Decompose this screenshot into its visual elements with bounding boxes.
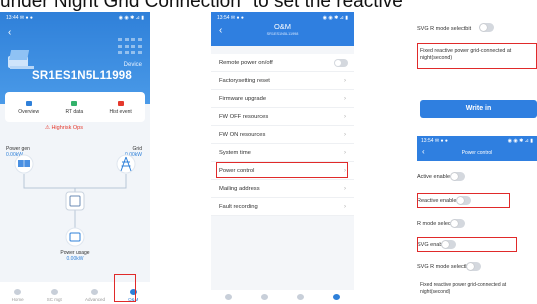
r-mode-select-toggle[interactable] xyxy=(450,219,465,228)
menu-item-fw-on[interactable]: FW ON resources › xyxy=(211,126,354,144)
chevron-right-icon: › xyxy=(344,78,346,84)
svg-r-mode-toggle[interactable] xyxy=(466,262,481,271)
om-header: 13:54 ✉ ● ● ◉ ◉ ✱ ⊿ ▮ ‹ O&M SR1ES1N5L119… xyxy=(211,12,354,46)
nav-advanced-label: Advanced xyxy=(84,297,105,302)
menu-item-fault-recording[interactable]: Fault recording › xyxy=(211,198,354,216)
bottom-nav xyxy=(211,290,354,304)
highlight-om-nav xyxy=(114,274,136,302)
page-subtitle: SR1ES1N5L11998 xyxy=(266,32,299,36)
menu-item-label: System time xyxy=(219,150,251,156)
inverter-icon xyxy=(65,191,85,211)
nav-sc-mgt[interactable]: SC mgt xyxy=(47,289,62,302)
page-title: Power control xyxy=(461,150,493,156)
svg-r-mode-toggle-top[interactable] xyxy=(479,23,494,32)
om-icon[interactable] xyxy=(332,294,340,300)
write-in-button[interactable]: Write in xyxy=(420,100,537,118)
nav-advanced[interactable]: Advanced xyxy=(85,289,105,302)
fixed-reactive-field-bottom[interactable]: Fixed reactive power grid-connected at n… xyxy=(420,282,534,296)
svg-r-mode-row-top: SVG R mode selectbit xyxy=(417,26,472,32)
om-menu: Remote power on/off Factorysetting reset… xyxy=(211,54,354,216)
highlight-power-control xyxy=(216,162,348,178)
menu-item-remote-power[interactable]: Remote power on/off xyxy=(211,54,354,72)
nav-home-label: Home xyxy=(11,297,24,302)
chevron-right-icon: › xyxy=(344,132,346,138)
solar-panel-icon xyxy=(14,154,34,174)
phone-om-screen: 13:54 ✉ ● ● ◉ ◉ ✱ ⊿ ▮ ‹ O&M SR1ES1N5L119… xyxy=(211,12,354,304)
highlight-svg-enable xyxy=(417,237,517,252)
menu-item-label: Remote power on/off xyxy=(219,60,273,66)
chevron-right-icon: › xyxy=(344,186,346,192)
menu-item-label: FW OFF resources xyxy=(219,114,269,120)
home-icon[interactable] xyxy=(225,294,233,300)
power-usage-block: Power usage 0.00kW xyxy=(55,250,95,262)
advanced-icon[interactable] xyxy=(296,294,304,300)
status-icons: ◉ ◉ ✱ ⊿ ▮ xyxy=(507,138,533,144)
menu-item-label: FW ON resources xyxy=(219,132,266,138)
chevron-right-icon: › xyxy=(344,204,346,210)
status-icons: ◉ ◉ ✱ ⊿ ▮ xyxy=(322,15,348,21)
power-usage-value: 0.00kW xyxy=(66,256,84,262)
highlight-reactive-enable xyxy=(417,193,510,208)
phone-home-screen: 13:44 ✉ ● ● ◉ ◉ ✱ ⊿ ▮ ‹ Device SR1ES1N5L… xyxy=(0,12,150,304)
page-title: O&M xyxy=(273,22,292,31)
remote-power-toggle[interactable] xyxy=(334,59,348,67)
chevron-right-icon: › xyxy=(344,114,346,120)
menu-item-mailing-address[interactable]: Mailing address › xyxy=(211,180,354,198)
home-icon xyxy=(14,289,22,295)
advanced-icon xyxy=(91,289,99,295)
sc-mgt-icon[interactable] xyxy=(261,294,269,300)
menu-item-system-time[interactable]: System time › xyxy=(211,144,354,162)
status-bar: 13:54 ✉ ● ● ◉ ◉ ✱ ⊿ ▮ xyxy=(417,136,537,146)
menu-item-fw-off[interactable]: FW OFF resources › xyxy=(211,108,354,126)
menu-item-label: Fault recording xyxy=(219,204,258,210)
nav-sc-mgt-label: SC mgt xyxy=(46,297,62,302)
house-load-icon xyxy=(65,227,85,247)
menu-item-factory-reset[interactable]: Factorysetting reset › xyxy=(211,72,354,90)
chevron-right-icon: › xyxy=(344,150,346,156)
active-enable-toggle[interactable] xyxy=(450,172,465,181)
status-time: 13:54 ✉ ● ● xyxy=(421,138,448,144)
nav-home[interactable]: Home xyxy=(12,289,24,302)
power-control-header: 13:54 ✉ ● ● ◉ ◉ ✱ ⊿ ▮ ‹ Power control xyxy=(417,136,537,161)
svg-r-mode-row: SVG R mode selectbit xyxy=(417,264,472,270)
status-time: 13:54 ✉ ● ● xyxy=(217,15,244,21)
screenshot-canvas: under Night Grid Connection" to set the … xyxy=(0,0,537,304)
grid-tower-icon xyxy=(116,154,136,174)
menu-item-label: Factorysetting reset xyxy=(219,78,270,84)
power-control-screen: SVG R mode selectbit Fixed reactive powe… xyxy=(415,12,537,304)
menu-item-label: Mailing address xyxy=(219,186,260,192)
menu-item-label: Firmware upgrade xyxy=(219,96,267,102)
sc-mgt-icon xyxy=(50,289,58,295)
menu-item-firmware-upgrade[interactable]: Firmware upgrade › xyxy=(211,90,354,108)
chevron-right-icon: › xyxy=(344,96,346,102)
highlight-fixed-reactive-top xyxy=(417,43,537,69)
